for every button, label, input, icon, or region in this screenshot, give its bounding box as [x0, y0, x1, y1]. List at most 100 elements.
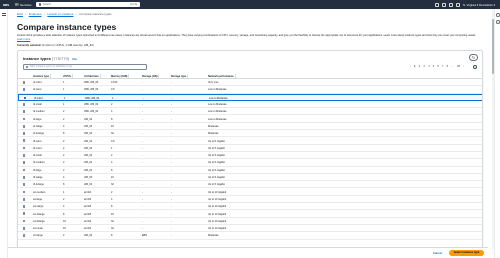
table-row[interactable]: m4.large 2 x86_64 8 EBS - Moderate: [18, 232, 482, 240]
page-5[interactable]: 5: [433, 65, 434, 68]
account-menu[interactable]: Dev/Admin ▾: [479, 3, 495, 7]
col-network-performance[interactable]: Network performance: [208, 74, 236, 78]
table-row[interactable]: a1.2xlarge 8 arm64 16 - - Up to 10 Gigabit: [18, 210, 482, 218]
row-checkbox[interactable]: [22, 132, 26, 135]
row-checkbox[interactable]: [22, 139, 26, 143]
table-row[interactable]: a1.4xlarge 16 arm64 32 - - Up to 10 Gigabit: [18, 218, 482, 225]
page-8[interactable]: 8: [447, 65, 448, 68]
page-title: Compare instance types: [17, 22, 117, 32]
table-row[interactable]: t3.micro 2 x86_64 1 - - Up to 5 Gigabit: [18, 145, 482, 152]
cell-vcpus: 1: [63, 190, 65, 194]
cell-architecture: arm64: [84, 212, 92, 216]
page-1[interactable]: 1: [414, 65, 415, 68]
row-checkbox[interactable]: [23, 96, 27, 100]
table-row[interactable]: t3.nano 2 x86_64 0.5 - - Up to 5 Gigabit: [18, 137, 482, 145]
table-row[interactable]: t2.large 2 x86_64 8 - - Low to Moderate: [18, 115, 482, 123]
col-memory[interactable]: Memory (GiB): [111, 74, 130, 78]
aws-logo[interactable]: aws: [3, 3, 9, 7]
cell-architecture: i386, x86_64: [84, 110, 99, 114]
row-checkbox[interactable]: [22, 146, 26, 150]
gear-icon[interactable]: [456, 2, 460, 7]
learn-more-link[interactable]: Learn more: [17, 38, 30, 41]
table-row[interactable]: t2.2xlarge 8 x86_64 32 - - Moderate: [18, 130, 482, 138]
cell-storage: -: [142, 190, 143, 194]
table-row[interactable]: t2.xlarge 4 x86_64 16 - - Moderate: [18, 123, 482, 131]
cloudshell-icon[interactable]: [435, 2, 439, 7]
previous-page-button[interactable]: ‹: [410, 65, 411, 68]
table-row[interactable]: t3.small 2 x86_64 2 - - Up to 5 Gigabit: [18, 152, 482, 160]
breadcrumb-ec2[interactable]: EC2: [17, 12, 23, 16]
row-checkbox[interactable]: [22, 234, 26, 238]
row-checkbox[interactable]: [22, 81, 26, 84]
table-row[interactable]: t3.xlarge 4 x86_64 16 - - Up to 5 Gigabit: [18, 174, 482, 182]
col-instance-type[interactable]: Instance type: [33, 74, 51, 78]
cell-architecture: i386, x86_64: [84, 88, 99, 92]
row-checkbox[interactable]: [22, 183, 26, 186]
row-checkbox[interactable]: [22, 168, 26, 172]
row-checkbox[interactable]: [22, 102, 26, 106]
cell-architecture: x86_64: [84, 234, 93, 238]
row-checkbox[interactable]: [22, 161, 26, 165]
table-settings-icon[interactable]: [472, 64, 477, 69]
breadcrumb-instances[interactable]: Instances: [29, 12, 42, 16]
table-row[interactable]: t2.micro 1 i386, x86_64 1 - - Low to Moderate: [18, 93, 482, 101]
global-search-input[interactable]: Search [Alt+S]: [36, 2, 140, 7]
row-checkbox[interactable]: [22, 227, 26, 230]
col-storage-type[interactable]: Storage type: [171, 74, 189, 78]
table-row[interactable]: a1.medium 1 arm64 2 - - Up to 10 Gigabit: [18, 188, 482, 196]
col-storage[interactable]: Storage (GB): [142, 74, 160, 78]
page-4[interactable]: 4: [428, 65, 429, 68]
page-7[interactable]: 7: [442, 65, 443, 68]
page-3[interactable]: 3: [423, 65, 424, 68]
table-row[interactable]: t1.micro 1 i386, x86_64 0.613 - - Very Low: [18, 79, 482, 87]
table-row[interactable]: t3.2xlarge 8 x86_64 32 - - Up to 5 Gigabit: [18, 181, 482, 189]
cell-architecture: x86_64: [84, 146, 93, 150]
cancel-button[interactable]: Cancel: [433, 251, 442, 255]
row-checkbox[interactable]: [22, 175, 26, 179]
table-row[interactable]: t2.medium 2 i386, x86_64 4 - - Low to Moderate: [18, 108, 482, 116]
cell-memory: 16: [111, 124, 114, 128]
col-architecture[interactable]: Architecture: [84, 74, 101, 78]
page-2[interactable]: 2: [419, 65, 420, 68]
next-page-button[interactable]: ›: [463, 65, 464, 68]
bell-icon[interactable]: [442, 2, 446, 7]
row-checkbox[interactable]: [22, 110, 26, 113]
chevron-right-icon: ›: [44, 12, 45, 16]
help-icon[interactable]: [449, 2, 453, 7]
table-row[interactable]: a1.large 2 arm64 4 - - Up to 10 Gigabit: [18, 196, 482, 204]
row-checkbox[interactable]: [22, 190, 26, 194]
cell-storage-type: -: [171, 88, 172, 92]
row-checkbox[interactable]: [22, 212, 26, 216]
page-last[interactable]: 38: [457, 65, 460, 68]
refresh-button[interactable]: ↻: [469, 54, 478, 61]
row-checkbox[interactable]: [22, 197, 26, 201]
menu-icon[interactable]: [2, 13, 6, 17]
select-instance-type-button[interactable]: Select instance type: [449, 249, 484, 256]
services-menu[interactable]: Services: [15, 3, 32, 7]
table-row[interactable]: t2.small 1 i386, x86_64 2 - - Low to Moderate: [18, 101, 482, 109]
region-selector[interactable]: N. Virginia ▾: [463, 3, 478, 7]
breadcrumb-launch-instance[interactable]: Launch an instance: [47, 12, 73, 16]
search-shortcut: [Alt+S]: [130, 3, 137, 6]
col-vcpus[interactable]: vCPUs: [63, 74, 74, 78]
cell-storage-type: -: [171, 81, 172, 85]
table-row[interactable]: a1.xlarge 4 arm64 8 - - Up to 10 Gigabit: [18, 203, 482, 211]
table-row[interactable]: t3.medium 2 x86_64 4 - - Up to 5 Gigabit: [18, 159, 482, 167]
notifications-icon[interactable]: [496, 20, 500, 24]
row-checkbox[interactable]: [22, 124, 26, 128]
cell-storage-type: -: [171, 146, 172, 150]
row-checkbox[interactable]: [22, 219, 26, 223]
row-checkbox[interactable]: [22, 88, 26, 92]
table-row[interactable]: t2.nano 1 i386, x86_64 0.5 - - Low to Moderate: [18, 86, 482, 94]
cell-instance-type: t2.nano: [33, 88, 42, 92]
row-checkbox[interactable]: [22, 117, 26, 121]
info-icon[interactable]: [496, 13, 500, 17]
info-link[interactable]: Info: [72, 58, 77, 61]
row-checkbox[interactable]: [22, 154, 26, 157]
filter-input[interactable]: Filter instance types by attribute or ta…: [23, 64, 147, 70]
page-6[interactable]: 6: [437, 65, 438, 68]
row-checkbox[interactable]: [22, 205, 26, 208]
table-row[interactable]: t3.large 2 x86_64 8 - - Up to 5 Gigabit: [18, 167, 482, 174]
table-row[interactable]: a1.metal 16 arm64 32 - - Up to 10 Gigabit: [18, 225, 482, 233]
cell-vcpus: 16: [63, 227, 66, 231]
